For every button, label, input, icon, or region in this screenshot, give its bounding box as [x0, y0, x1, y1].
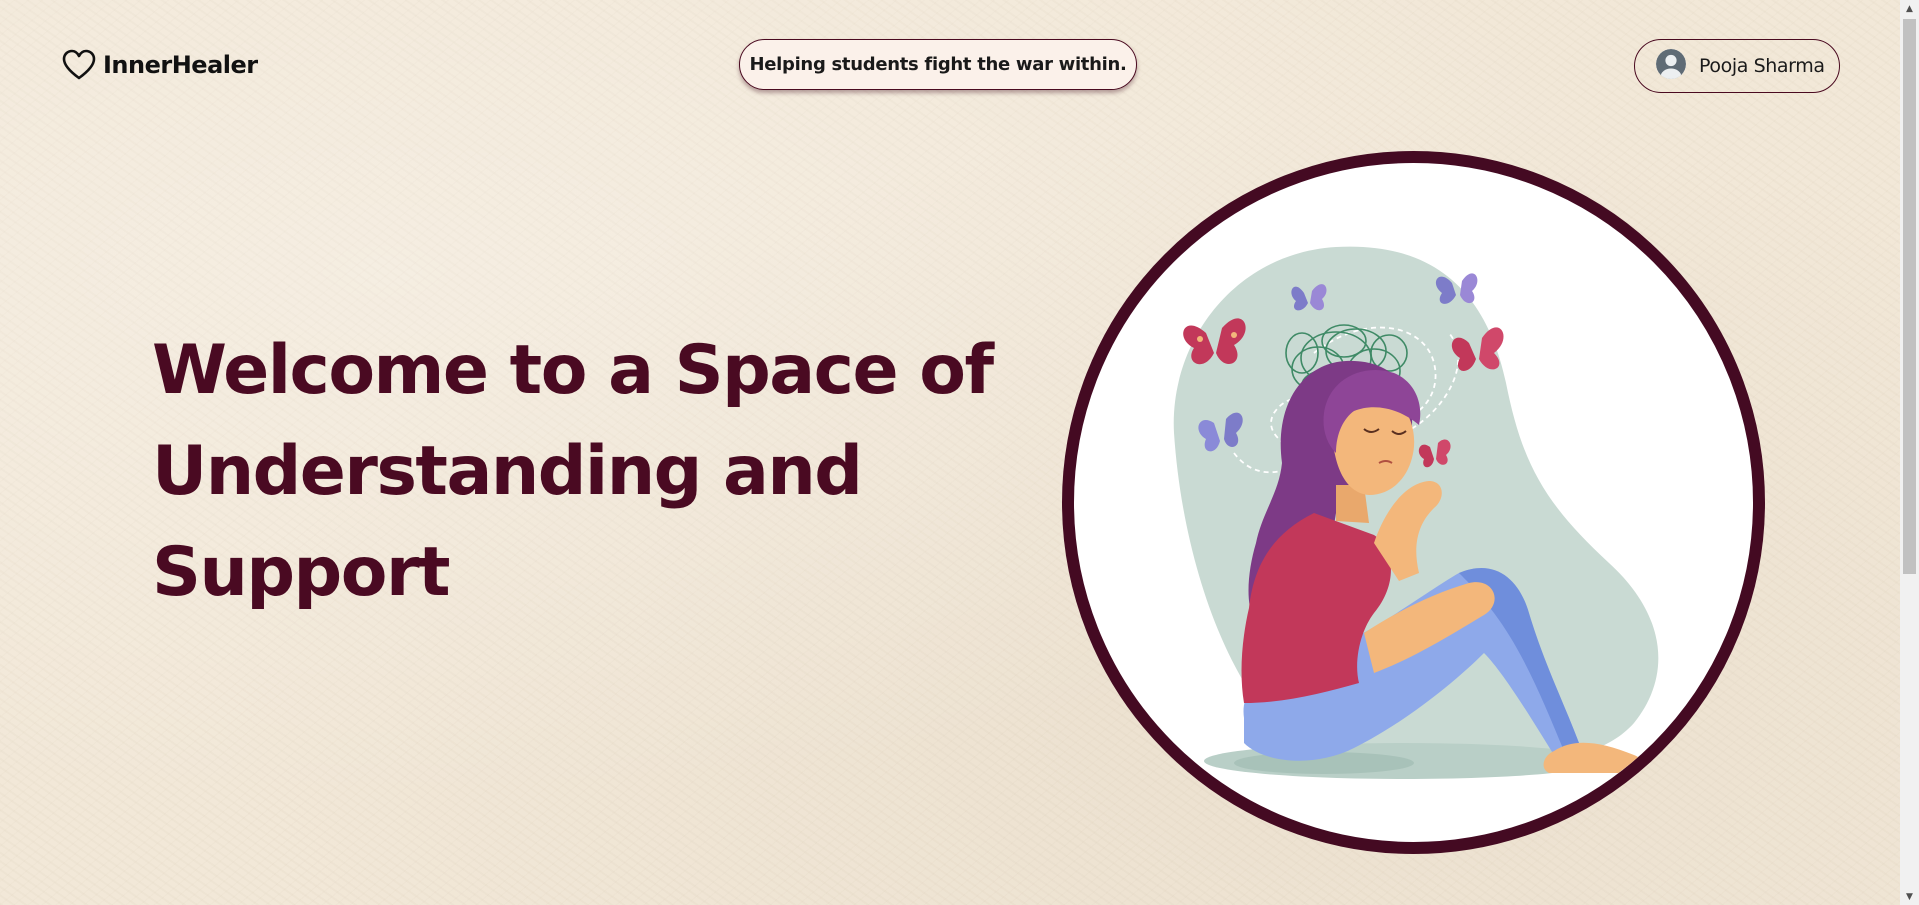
user-profile-button[interactable]: Pooja Sharma: [1634, 39, 1840, 93]
scroll-thumb[interactable]: [1903, 19, 1916, 574]
scroll-up-arrow-icon[interactable]: ▲: [1900, 0, 1919, 17]
hero-title: Welcome to a Space of Understanding and …: [152, 331, 994, 612]
brand-logo[interactable]: InnerHealer: [62, 49, 258, 81]
user-name: Pooja Sharma: [1699, 55, 1825, 77]
page: InnerHealer Helping students fight the w…: [0, 0, 1900, 905]
hero-illustration-frame: [1062, 151, 1765, 854]
tagline-badge: Helping students fight the war within.: [739, 39, 1137, 90]
user-avatar-icon: [1655, 48, 1687, 84]
heart-outline-icon: [62, 49, 96, 81]
sad-girl-with-butterflies-illustration: [1173, 246, 1659, 779]
brand-name: InnerHealer: [103, 51, 258, 79]
vertical-scrollbar[interactable]: ▲ ▼: [1900, 0, 1919, 905]
scroll-down-arrow-icon[interactable]: ▼: [1900, 888, 1919, 905]
